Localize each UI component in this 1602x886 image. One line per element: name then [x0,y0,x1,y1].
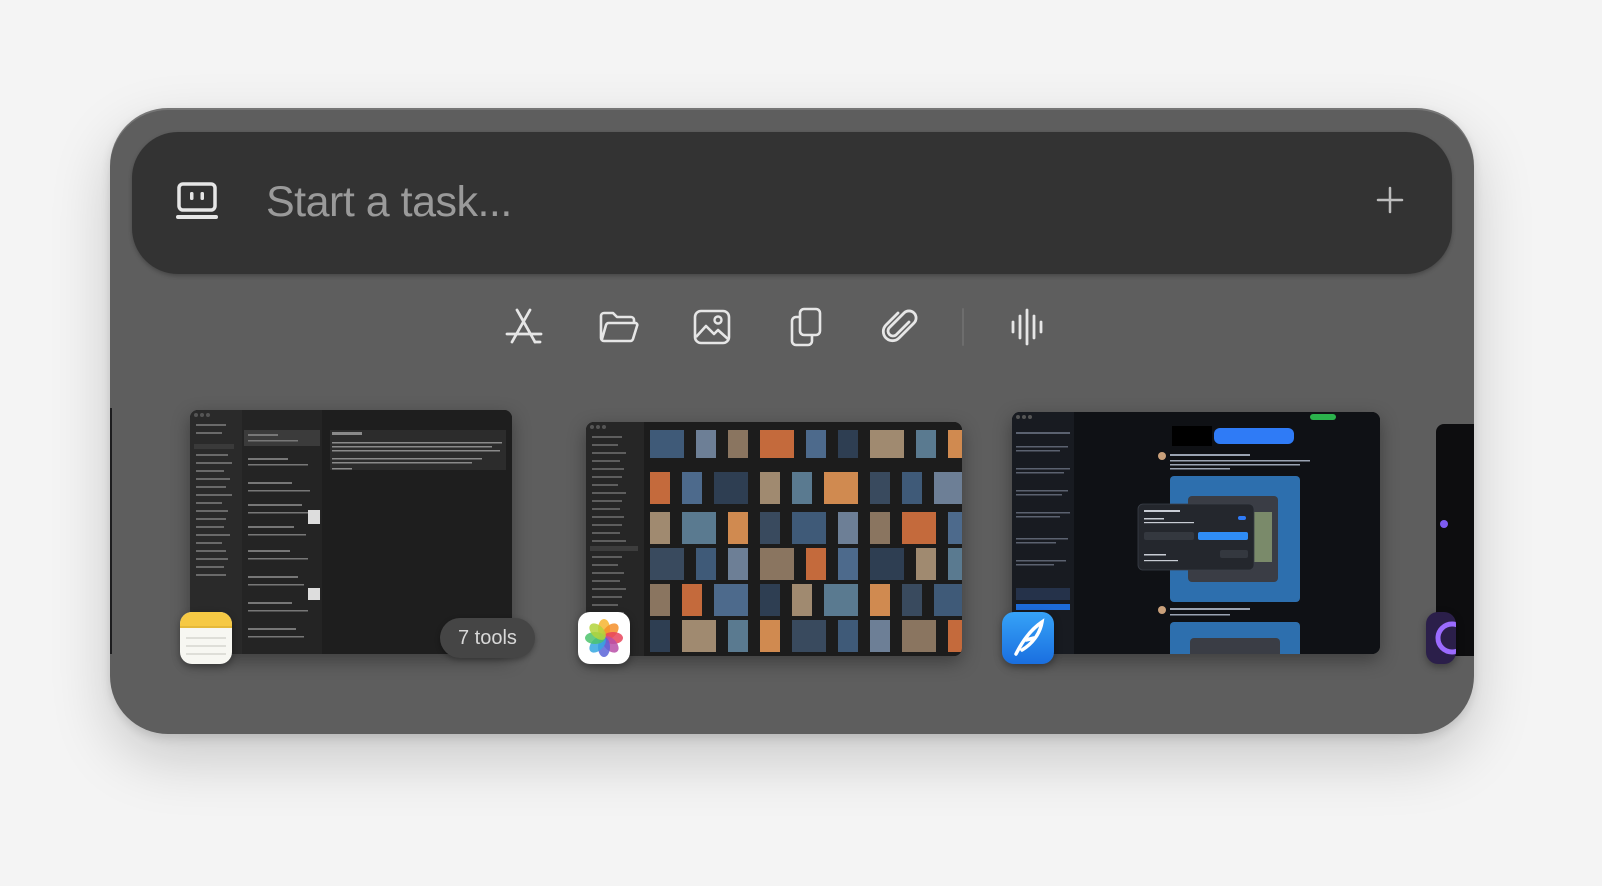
photo-thumbnail [838,620,858,652]
photo-thumbnail [760,472,780,504]
photo-thumbnail [902,512,936,544]
folder-icon [599,311,639,343]
photo-thumbnail [948,548,962,580]
photo-thumbnail [760,620,780,652]
toolbar-divider [962,308,964,346]
social-window-thumbnail[interactable] [1012,412,1380,654]
photo-thumbnail [650,472,670,504]
photo-thumbnail [682,512,716,544]
photo-thumbnail [838,512,858,544]
photo-thumbnail [870,584,890,616]
photo-thumbnail [838,430,858,458]
feather-app-icon[interactable] [1002,612,1054,664]
photo-thumbnail [728,430,748,458]
photo-thumbnail [760,584,780,616]
photo-thumbnail [870,548,904,580]
photo-thumbnail [728,548,748,580]
photo-thumbnail [870,472,890,504]
photo-thumbnail [714,584,748,616]
photo-thumbnail [792,584,812,616]
photo-thumbnail [870,620,890,652]
photo-thumbnail [806,430,826,458]
photo-thumbnail [902,620,936,652]
task-input-placeholder[interactable]: Start a task... [266,172,512,232]
app-store-icon [505,308,543,344]
app-store-button[interactable] [499,302,549,352]
photo-thumbnail [760,548,794,580]
photo-thumbnail [902,584,922,616]
photo-thumbnail [650,430,684,458]
tools-count-badge[interactable]: 7 tools [440,618,535,658]
photo-thumbnail [650,620,670,652]
social-window-preview [1012,412,1380,654]
photo-thumbnail [948,430,962,458]
image-button[interactable] [687,302,737,352]
photo-thumbnail [682,584,702,616]
photo-thumbnail [806,548,826,580]
photo-thumbnail [728,512,748,544]
photo-thumbnail [792,620,826,652]
attachment-button[interactable] [875,302,925,352]
folder-button[interactable] [593,302,643,352]
photos-window-thumbnail[interactable] [586,422,962,656]
photo-thumbnail [728,620,748,652]
task-input-bar[interactable]: Start a task... [132,132,1452,274]
add-button[interactable] [1374,184,1406,216]
photo-thumbnail [650,584,670,616]
photo-thumbnail [650,512,670,544]
partial-app-icon[interactable] [1426,612,1456,664]
photo-thumbnail [916,430,936,458]
task-launcher-panel: Start a task... 7 tools [110,108,1474,734]
tool-row [110,302,1474,352]
photo-thumbnail [760,430,794,458]
photo-thumbnail [870,512,890,544]
offscreen-window-left [110,408,112,654]
photo-thumbnail [696,548,716,580]
voice-input-button[interactable] [1003,302,1053,352]
photo-thumbnail [948,512,962,544]
image-icon [693,309,731,345]
photo-thumbnail [682,472,702,504]
notes-app-icon[interactable] [180,612,232,664]
paperclip-icon [881,309,918,343]
photo-thumbnail [714,472,748,504]
assistant-robot-icon [176,182,218,219]
photo-thumbnail [934,584,962,616]
photo-thumbnail [948,620,962,652]
photo-thumbnail [696,430,716,458]
photo-thumbnail [838,548,858,580]
photo-thumbnail [870,430,904,458]
copy-icon [790,307,822,347]
photo-thumbnail [824,584,858,616]
waveform-icon [1011,308,1043,346]
photos-app-icon[interactable] [578,612,630,664]
photo-thumbnail [824,472,858,504]
photo-thumbnail [902,472,922,504]
photo-thumbnail [916,548,936,580]
photos-window-preview [586,422,962,656]
photo-thumbnail [682,620,716,652]
copy-button[interactable] [781,302,831,352]
photo-thumbnail [792,512,826,544]
photo-thumbnail [792,472,812,504]
photo-thumbnail [650,548,684,580]
photo-thumbnail [934,472,962,504]
photo-thumbnail [760,512,780,544]
